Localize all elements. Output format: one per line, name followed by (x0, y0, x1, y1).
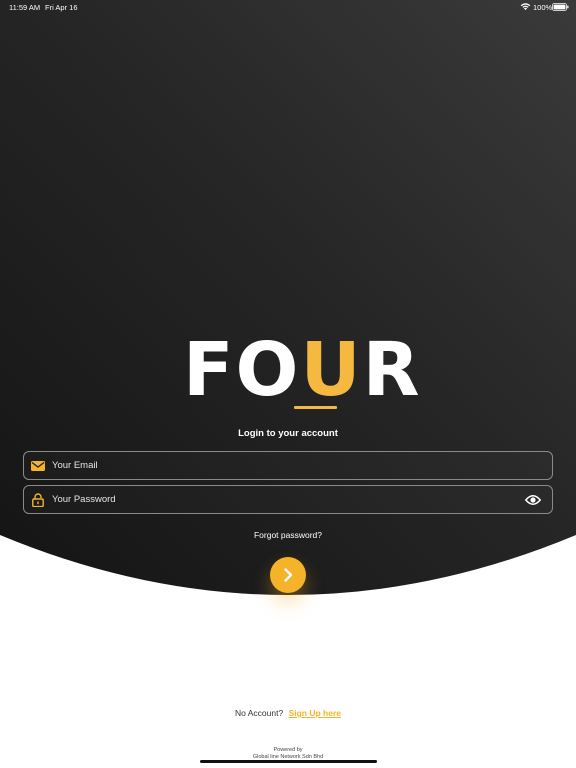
logo-accent-letter: U (300, 327, 363, 413)
logo-part-1: FO (183, 327, 301, 413)
forgot-password-link[interactable]: Forgot password? (0, 530, 576, 540)
email-field[interactable]: Your Email (23, 451, 553, 480)
battery-percent: 100% (533, 3, 553, 12)
wifi-icon (520, 3, 531, 11)
signup-link[interactable]: Sign Up here (289, 708, 341, 718)
status-bar: 11:59 AM Fri Apr 16 100% (0, 0, 576, 14)
login-heading: Login to your account (238, 428, 338, 439)
signup-prompt: No Account? (234, 708, 284, 718)
email-placeholder: Your Email (52, 460, 98, 471)
app-logo: FOUR (0, 330, 576, 410)
signup-row: No Account? Sign Up here (0, 708, 576, 718)
eye-icon[interactable] (525, 494, 541, 506)
chevron-right-icon (284, 568, 293, 582)
login-submit-button[interactable] (270, 557, 306, 593)
logo-wordmark: FOUR (183, 330, 422, 410)
battery-icon (552, 3, 569, 11)
powered-by-footer: Powered by Global line Network Sdn Bhd (0, 747, 576, 760)
home-indicator[interactable] (200, 760, 377, 763)
lock-icon (32, 493, 44, 507)
logo-part-2: R (362, 327, 422, 413)
password-placeholder: Your Password (52, 494, 116, 505)
logo-underline (294, 406, 337, 409)
status-date: Fri Apr 16 (45, 3, 78, 12)
password-field[interactable]: Your Password (23, 485, 553, 514)
status-time: 11:59 AM (9, 3, 41, 12)
envelope-icon (31, 461, 45, 471)
